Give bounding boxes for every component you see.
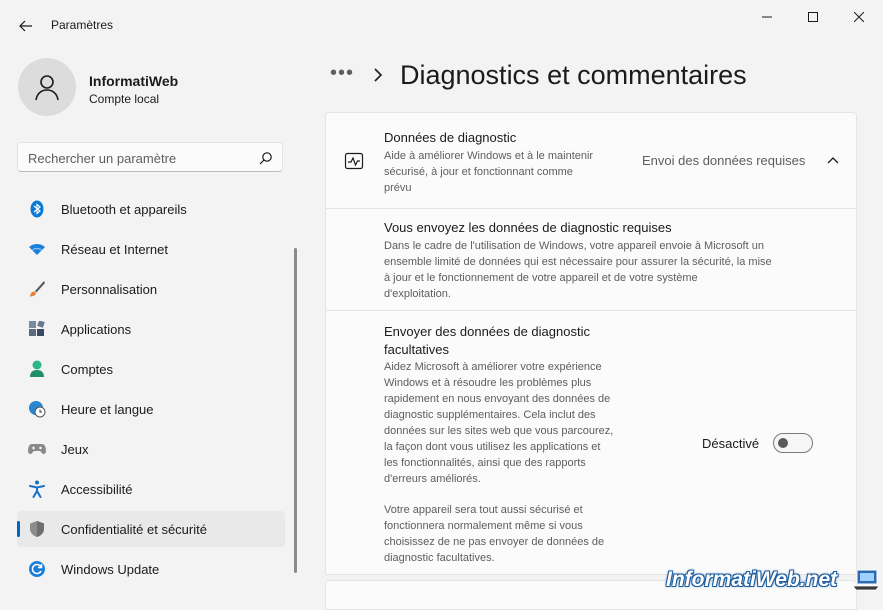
desc-line: Aide à améliorer Windows et à le mainten… <box>384 150 594 162</box>
sidebar-item-label: Réseau et Internet <box>61 242 168 257</box>
toggle-state-label: Désactivé <box>702 436 760 451</box>
sidebar-item-label: Comptes <box>61 362 114 377</box>
chevron-up-icon[interactable] <box>826 155 840 165</box>
person-avatar-icon <box>35 75 59 101</box>
update-icon <box>28 560 46 578</box>
diagnostic-data-expander[interactable]: Données de diagnostic Aide à améliorer W… <box>325 112 857 209</box>
wifi-icon <box>28 240 46 258</box>
sidebar-item-label: Heure et langue <box>61 402 154 417</box>
diagnostic-data-desc: Aide à améliorer Windows et à le mainten… <box>384 148 593 196</box>
desc-line: sécurisé, à jour et fonctionnant comme <box>384 166 573 178</box>
active-indicator <box>17 521 20 537</box>
minimize-icon <box>762 16 772 18</box>
gamepad-icon <box>28 440 46 458</box>
sidebar-item-windows-update[interactable]: Windows Update <box>17 551 285 587</box>
bluetooth-icon <box>28 200 46 218</box>
desc-line: diagnostic supplémentaires. Cela inclut … <box>384 409 596 421</box>
title-line: facultatives <box>384 342 450 357</box>
note-line: diagnostic facultatives. <box>384 552 495 564</box>
desc-line: prévu <box>384 182 412 194</box>
shield-icon <box>28 520 46 538</box>
sidebar-item-gaming[interactable]: Jeux <box>17 431 285 467</box>
desc-line: la façon dont vous utilisez les applicat… <box>384 441 601 453</box>
diagnostic-data-title: Données de diagnostic <box>384 130 517 145</box>
desc-line: Dans le cadre de l'utilisation de Window… <box>384 240 764 252</box>
laptop-logo-icon <box>852 569 880 591</box>
desc-line: rapidement en nous envoyant des données … <box>384 393 611 405</box>
brush-icon <box>28 280 46 298</box>
pulse-monitor-icon <box>344 152 364 170</box>
clock-globe-icon <box>28 400 46 418</box>
desc-line: Aidez Microsoft à améliorer votre expéri… <box>384 361 602 373</box>
page-title: Diagnostics et commentaires <box>400 60 747 90</box>
sidebar-item-accessibility[interactable]: Accessibilité <box>17 471 285 507</box>
sidebar-item-network[interactable]: Réseau et Internet <box>17 231 285 267</box>
maximize-icon <box>808 12 818 22</box>
sidebar-item-label: Windows Update <box>61 562 160 577</box>
desc-line: d'erreurs améliorés. <box>384 473 481 485</box>
sidebar-nav: Bluetooth et appareils Réseau et Interne… <box>17 191 285 591</box>
required-data-title: Vous envoyez les données de diagnostic r… <box>384 220 672 235</box>
note-line: choisissez de ne pas envoyer de données … <box>384 536 605 548</box>
optional-data-note: Votre appareil sera tout aussi sécurisé … <box>384 502 604 566</box>
account-type: Compte local <box>89 92 160 106</box>
sidebar-item-bluetooth[interactable]: Bluetooth et appareils <box>17 191 285 227</box>
sidebar-item-privacy-security[interactable]: Confidentialité et sécurité <box>17 511 285 547</box>
search-input[interactable]: Rechercher un paramètre <box>17 142 283 172</box>
optional-data-section: Envoyer des données de diagnostic facult… <box>325 311 857 575</box>
sidebar-item-accounts[interactable]: Comptes <box>17 351 285 387</box>
optional-data-desc: Aidez Microsoft à améliorer votre expéri… <box>384 359 613 487</box>
toggle-knob <box>778 438 788 448</box>
close-icon <box>854 12 864 22</box>
optional-diagnostic-toggle[interactable] <box>773 433 813 453</box>
desc-line: données sur les sites web que vous parco… <box>384 425 614 437</box>
sidebar-item-label: Applications <box>61 322 132 337</box>
sidebar-item-label: Confidentialité et sécurité <box>61 522 207 537</box>
optional-data-title: Envoyer des données de diagnostic facult… <box>384 323 590 359</box>
desc-line: à jour et le fonctionnement de votre app… <box>384 272 698 284</box>
app-title: Paramètres <box>51 18 114 32</box>
close-button[interactable] <box>836 4 882 30</box>
person-icon <box>28 360 46 378</box>
sidebar-item-label: Accessibilité <box>61 482 133 497</box>
back-button[interactable] <box>12 12 40 40</box>
diagnostic-status: Envoi des données requises <box>642 153 806 168</box>
required-data-section: Vous envoyez les données de diagnostic r… <box>325 209 857 311</box>
search-icon[interactable] <box>259 151 273 165</box>
sidebar-scrollbar[interactable] <box>294 248 297 573</box>
search-placeholder: Rechercher un paramètre <box>28 151 177 166</box>
sidebar-item-label: Bluetooth et appareils <box>61 202 187 217</box>
user-name: InformatiWeb <box>89 73 179 89</box>
apps-icon <box>28 320 46 338</box>
breadcrumb-more[interactable]: ••• <box>330 62 354 85</box>
title-bar: Paramètres <box>0 0 883 50</box>
maximize-button[interactable] <box>790 4 836 30</box>
desc-line: ensemble limité de données qui est néces… <box>384 256 772 268</box>
required-data-desc: Dans le cadre de l'utilisation de Window… <box>384 238 772 302</box>
desc-line: d'exploitation. <box>384 288 451 300</box>
avatar <box>18 58 76 116</box>
desc-line: les fonctionnalités, ainsi que des rappo… <box>384 457 586 469</box>
desc-line: Windows et à résoudre les problèmes plus <box>384 377 592 389</box>
note-line: Votre appareil sera tout aussi sécurisé … <box>384 504 583 516</box>
accessibility-icon <box>28 480 46 498</box>
minimize-button[interactable] <box>744 4 790 30</box>
sidebar-item-applications[interactable]: Applications <box>17 311 285 347</box>
chevron-right-icon <box>374 68 383 82</box>
sidebar-item-personalization[interactable]: Personnalisation <box>17 271 285 307</box>
note-line: fonctionnera normalement même si vous <box>384 520 583 532</box>
sidebar-item-label: Personnalisation <box>61 282 158 297</box>
back-arrow-icon <box>19 20 32 32</box>
sidebar-item-time-language[interactable]: Heure et langue <box>17 391 285 427</box>
sidebar-item-label: Jeux <box>61 442 89 457</box>
title-line: Envoyer des données de diagnostic <box>384 324 590 339</box>
watermark-text: InformatiWeb.net <box>666 568 838 591</box>
